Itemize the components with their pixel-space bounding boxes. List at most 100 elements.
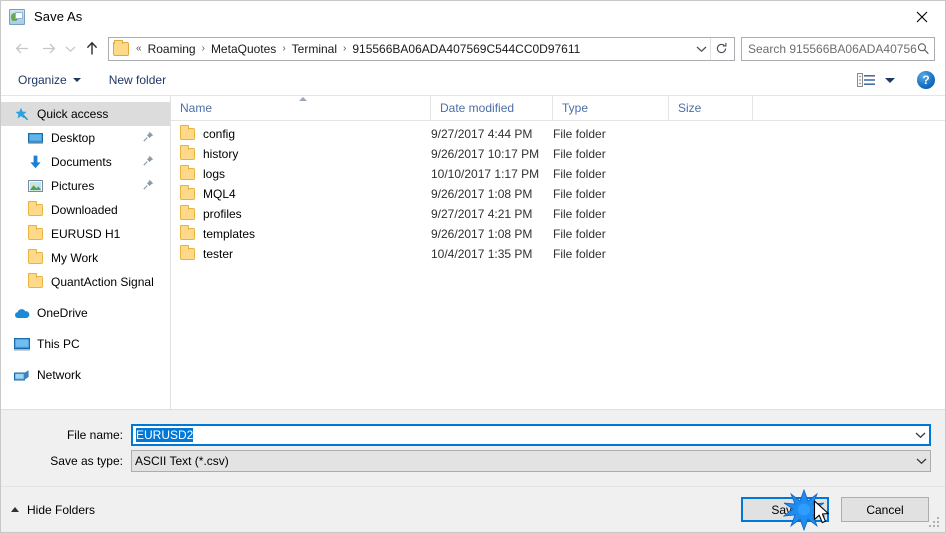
sidebar-item-quick-access[interactable]: Quick access [1,102,170,126]
cancel-label: Cancel [866,502,904,517]
column-header-size[interactable]: Size [669,95,753,121]
file-type: File folder [553,227,606,241]
desktop-icon [27,130,44,146]
table-row[interactable]: tester 10/4/2017 1:35 PM File folder [171,244,945,264]
table-row[interactable]: config 9/27/2017 4:44 PM File folder [171,124,945,144]
breadcrumb-separator: › [201,43,205,54]
column-header-date-modified[interactable]: Date modified [431,95,553,121]
table-row[interactable]: history 9/26/2017 10:17 PM File folder [171,144,945,164]
file-type: File folder [553,207,606,221]
refresh-icon[interactable] [710,37,732,60]
sidebar-item-label: QuantAction Signal [51,275,154,289]
dialog-buttons: Save Cancel [741,497,929,522]
recent-locations-chevron-down-icon[interactable] [61,36,79,62]
sidebar-item-label: Network [37,368,82,382]
file-rows: config 9/27/2017 4:44 PM File folder his… [171,121,945,409]
sort-ascending-icon [299,97,307,101]
sidebar-item-label: Desktop [51,131,96,145]
filename-chevron-down-icon[interactable] [912,426,929,444]
pin-icon[interactable] [143,155,154,169]
file-name-cell: logs [171,165,431,181]
table-row[interactable]: profiles 9/27/2017 4:21 PM File folder [171,204,945,224]
save-button[interactable]: Save [741,497,829,522]
help-button[interactable]: ? [917,71,935,89]
navigation-pane: Quick access Desktop Documents Pictures … [1,96,171,409]
sidebar-item-my-work[interactable]: My Work [1,246,170,270]
sidebar-item-label: Quick access [37,107,109,121]
file-type: File folder [553,127,606,141]
address-bar[interactable]: « Roaming › MetaQuotes › Terminal › 9155… [108,36,735,61]
sidebar-item-this-pc[interactable]: This PC [1,332,170,356]
savetype-select[interactable]: ASCII Text (*.csv) [131,450,931,472]
sidebar-item-documents[interactable]: Documents [1,150,170,174]
filename-input[interactable]: EURUSD2 [131,424,931,446]
column-header-type[interactable]: Type [553,95,669,121]
breadcrumb-item-terminal[interactable]: Terminal [289,40,340,58]
sidebar-item-quantaction-signal[interactable]: QuantAction Signal [1,270,170,294]
save-as-dialog: Save As « Roaming › MetaQuotes › Termina… [0,0,946,533]
address-chevron-down-icon[interactable] [692,45,710,53]
form-area: File name: EURUSD2 Save as type: ASCII T… [1,409,945,486]
sidebar-item-onedrive[interactable]: OneDrive [1,301,170,325]
window-title: Save As [34,9,83,24]
sidebar-item-label: Downloaded [51,203,118,217]
close-icon[interactable] [899,1,945,32]
savetype-row: Save as type: ASCII Text (*.csv) [15,450,931,472]
sidebar-item-network[interactable]: Network [1,363,170,387]
file-date: 9/26/2017 10:17 PM [431,147,540,161]
file-name: logs [203,167,226,181]
toolbar: Organize New folder ? [1,65,945,96]
file-name: MQL4 [203,187,236,201]
sidebar-item-desktop[interactable]: Desktop [1,126,170,150]
sidebar-item-eurusd-h1[interactable]: EURUSD H1 [1,222,170,246]
sidebar-item-label: This PC [37,337,80,351]
filename-value: EURUSD2 [136,428,194,442]
pin-icon[interactable] [143,131,154,145]
organize-button[interactable]: Organize [15,71,84,89]
pictures-icon [27,178,44,194]
footer: Hide Folders Save Cancel [1,486,945,532]
breadcrumb-item-roaming[interactable]: Roaming [145,40,199,58]
folder-icon [27,225,44,242]
filename-value-wrap: EURUSD2 [136,428,912,442]
column-header-filler [753,96,945,121]
file-type: File folder [553,247,606,261]
view-chevron-down-icon[interactable] [885,77,895,83]
sidebar-item-downloaded[interactable]: Downloaded [1,198,170,222]
breadcrumb-item-metaquotes[interactable]: MetaQuotes [208,40,279,58]
file-type: File folder [553,187,606,201]
file-name: profiles [203,207,242,221]
file-date: 9/26/2017 1:08 PM [431,187,533,201]
sidebar-item-pictures[interactable]: Pictures [1,174,170,198]
toolbar-right-group: ? [855,71,935,89]
documents-icon [27,154,44,170]
folder-icon [180,205,195,220]
breadcrumb-overflow[interactable]: « [133,43,145,54]
forward-arrow-icon[interactable] [35,36,61,62]
file-date: 9/27/2017 4:21 PM [431,207,533,221]
folder-icon [27,273,44,290]
file-date: 10/10/2017 1:17 PM [431,167,540,181]
view-layout-icon[interactable] [855,71,877,89]
file-date: 9/27/2017 4:44 PM [431,127,533,141]
navigation-bar: « Roaming › MetaQuotes › Terminal › 9155… [1,32,945,65]
up-arrow-icon[interactable] [79,36,105,62]
table-row[interactable]: MQL4 9/26/2017 1:08 PM File folder [171,184,945,204]
breadcrumb-item-instance[interactable]: 915566BA06ADA407569C544CC0D97611 [349,40,583,58]
back-arrow-icon[interactable] [9,36,35,62]
table-row[interactable]: logs 10/10/2017 1:17 PM File folder [171,164,945,184]
file-type: File folder [553,167,606,181]
search-placeholder: Search 915566BA06ADA40756... [748,41,917,56]
hide-folders-label: Hide Folders [27,502,96,517]
cancel-button[interactable]: Cancel [841,497,929,522]
search-input[interactable]: Search 915566BA06ADA40756... [741,36,935,61]
table-row[interactable]: templates 9/26/2017 1:08 PM File folder [171,224,945,244]
file-name-cell: config [171,125,431,141]
folder-icon [180,225,195,240]
new-folder-button[interactable]: New folder [106,71,169,89]
savetype-chevron-down-icon[interactable] [913,451,930,471]
hide-folders-button[interactable]: Hide Folders [11,503,95,517]
resize-grip[interactable] [927,515,941,529]
pin-icon[interactable] [143,179,154,193]
this-pc-icon [13,336,30,352]
